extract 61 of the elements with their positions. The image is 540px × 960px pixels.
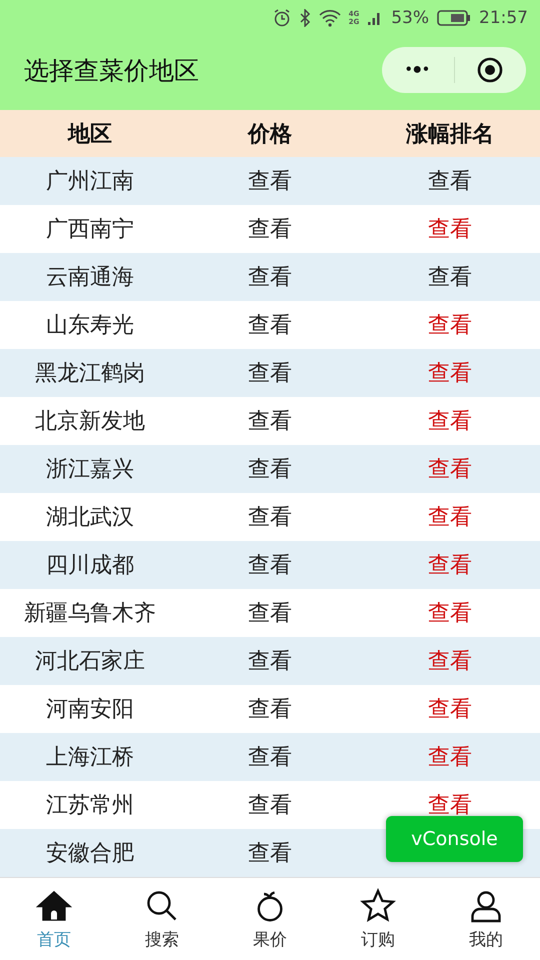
price-link[interactable]: 查看 xyxy=(248,262,292,292)
star-icon xyxy=(360,888,396,924)
rank-link[interactable]: 查看 xyxy=(428,166,472,196)
bluetooth-icon xyxy=(298,9,311,27)
price-link[interactable]: 查看 xyxy=(248,838,292,868)
tab-bar-item[interactable]: 搜索 xyxy=(108,878,216,960)
region-cell-text: 广州江南 xyxy=(46,168,134,196)
close-icon[interactable] xyxy=(477,57,504,83)
price-link[interactable]: 查看 xyxy=(248,502,292,532)
region-cell-text: 山东寿光 xyxy=(46,312,134,340)
rank-link[interactable]: 查看 xyxy=(428,742,472,772)
column-header: 价格 xyxy=(248,120,292,148)
rank-link[interactable]: 查看 xyxy=(428,598,472,628)
clock-time: 21:57 xyxy=(479,8,528,28)
price-link[interactable]: 查看 xyxy=(248,406,292,436)
wifi-icon xyxy=(318,9,341,27)
rank-link[interactable]: 查看 xyxy=(428,550,472,580)
region-cell-text: 上海江桥 xyxy=(46,744,134,772)
tab-bar-item[interactable]: 订购 xyxy=(324,878,432,960)
more-button[interactable]: •●• xyxy=(382,47,454,93)
battery-percent: 53% xyxy=(391,8,429,28)
rank-link[interactable]: 查看 xyxy=(428,646,472,676)
region-cell-text: 浙江嘉兴 xyxy=(46,456,134,484)
price-link[interactable]: 查看 xyxy=(248,790,292,820)
price-link[interactable]: 查看 xyxy=(248,646,292,676)
price-link[interactable]: 查看 xyxy=(248,454,292,484)
column-header: 地区 xyxy=(68,120,112,148)
tab-bar-item[interactable]: 首页 xyxy=(0,878,108,960)
region-cell-text: 云南通海 xyxy=(46,264,134,292)
page-title: 选择查菜价地区 xyxy=(24,54,199,86)
region-cell-text: 北京新发地 xyxy=(35,408,145,436)
rank-link[interactable]: 查看 xyxy=(428,310,472,340)
rank-link[interactable]: 查看 xyxy=(428,406,472,436)
price-link[interactable]: 查看 xyxy=(248,598,292,628)
region-cell-text: 广西南宁 xyxy=(46,216,134,244)
tab-bar-item[interactable]: 我的 xyxy=(432,878,540,960)
rank-link[interactable]: 查看 xyxy=(428,262,472,292)
region-cell-text: 湖北武汉 xyxy=(46,504,134,532)
rank-link[interactable]: 查看 xyxy=(428,502,472,532)
region-cell-text: 河北石家庄 xyxy=(35,648,145,676)
region-cell-text: 黑龙江鹤岗 xyxy=(35,360,145,388)
region-cell-text: 新疆乌鲁木齐 xyxy=(24,600,156,628)
region-cell-text: 四川成都 xyxy=(46,552,134,580)
rank-link[interactable]: 查看 xyxy=(428,454,472,484)
price-link[interactable]: 查看 xyxy=(248,166,292,196)
rank-link[interactable]: 查看 xyxy=(428,214,472,244)
rank-link[interactable]: 查看 xyxy=(428,694,472,724)
column-header: 涨幅排名 xyxy=(406,120,494,148)
tab-bar-item[interactable]: 果价 xyxy=(216,878,324,960)
alarm-icon xyxy=(272,9,291,27)
rank-link[interactable]: 查看 xyxy=(428,358,472,388)
region-cell-text: 河南安阳 xyxy=(46,696,134,724)
price-link[interactable]: 查看 xyxy=(248,694,292,724)
region-cell-text: 安徽合肥 xyxy=(46,840,134,868)
price-link[interactable]: 查看 xyxy=(248,742,292,772)
region-cell-text: 江苏常州 xyxy=(46,792,134,820)
price-link[interactable]: 查看 xyxy=(248,358,292,388)
battery-icon xyxy=(437,10,471,26)
price-link[interactable]: 查看 xyxy=(248,550,292,580)
price-link[interactable]: 查看 xyxy=(248,310,292,340)
price-link[interactable]: 查看 xyxy=(248,214,292,244)
